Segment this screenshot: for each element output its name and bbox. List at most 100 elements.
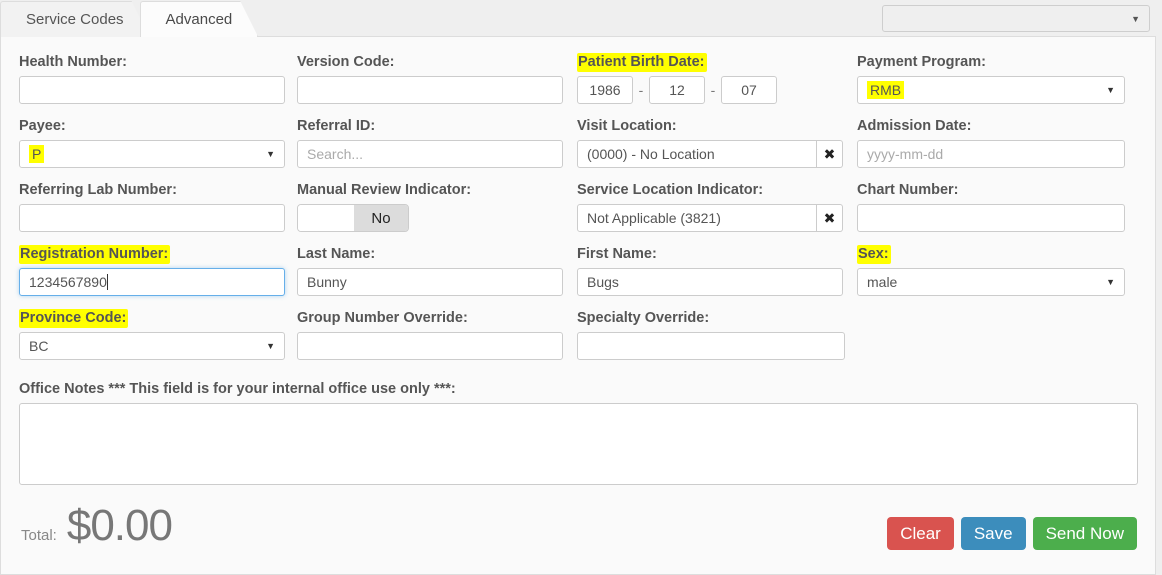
specialty-override-input[interactable] xyxy=(577,332,845,360)
form-grid: Health Number: Version Code: Patient Bir… xyxy=(1,37,1155,373)
field-health-number: Health Number: xyxy=(19,53,285,104)
tab-advanced-label: Advanced xyxy=(166,11,233,28)
specialty-override-label: Specialty Override: xyxy=(577,309,843,327)
toggle-knob xyxy=(298,205,354,231)
first-name-input[interactable] xyxy=(577,268,843,296)
last-name-input[interactable] xyxy=(297,268,563,296)
registration-number-input[interactable]: 1234567890 xyxy=(19,268,285,296)
admission-date-label: Admission Date: xyxy=(857,117,1125,135)
province-code-value: BC xyxy=(29,338,48,354)
field-specialty-override: Specialty Override: xyxy=(577,309,843,360)
service-location-indicator-group: ✖ xyxy=(577,204,843,232)
manual-review-indicator-toggle[interactable]: No xyxy=(297,204,409,232)
manual-review-indicator-label: Manual Review Indicator: xyxy=(297,181,563,199)
field-last-name: Last Name: xyxy=(297,245,563,296)
field-referral-id: Referral ID: xyxy=(297,117,563,168)
tab-advanced[interactable]: Advanced xyxy=(140,1,259,37)
payment-program-select[interactable]: RMB ▼ xyxy=(857,76,1125,104)
field-referring-lab-number: Referring Lab Number: xyxy=(19,181,285,232)
patient-birth-date-group: 1986 - 12 - 07 xyxy=(577,76,843,104)
form-row-2: Payee: P ▼ Referral ID: Visit Location: xyxy=(1,117,1155,181)
field-manual-review-indicator: Manual Review Indicator: No xyxy=(297,181,563,232)
referral-id-search-input[interactable] xyxy=(297,140,563,168)
payment-program-label: Payment Program: xyxy=(857,53,1125,71)
health-number-input[interactable] xyxy=(19,76,285,104)
field-version-code: Version Code: xyxy=(297,53,563,104)
field-first-name: First Name: xyxy=(577,245,843,296)
admission-date-input[interactable] xyxy=(857,140,1125,168)
last-name-label: Last Name: xyxy=(297,245,563,263)
total-display: Total: $0.00 xyxy=(21,501,172,551)
registration-number-value: 1234567890 xyxy=(29,274,107,290)
registration-number-label: Registration Number: xyxy=(19,245,285,263)
toggle-state-label: No xyxy=(354,205,408,231)
field-service-location-indicator: Service Location Indicator: ✖ xyxy=(577,181,843,232)
form-row-3: Referring Lab Number: Manual Review Indi… xyxy=(1,181,1155,245)
patient-birth-date-label: Patient Birth Date: xyxy=(577,53,843,71)
birth-day-input[interactable]: 07 xyxy=(721,76,777,104)
payee-value: P xyxy=(29,145,44,163)
save-button[interactable]: Save xyxy=(961,517,1026,550)
service-location-indicator-clear-icon[interactable]: ✖ xyxy=(817,204,843,232)
total-value: $0.00 xyxy=(67,501,172,551)
top-right-select[interactable]: ▼ xyxy=(882,5,1150,32)
field-group-number-override: Group Number Override: xyxy=(297,309,563,360)
field-payee: Payee: P ▼ xyxy=(19,117,285,168)
chevron-down-icon: ▼ xyxy=(1106,77,1115,103)
version-code-input[interactable] xyxy=(297,76,563,104)
field-admission-date: Admission Date: xyxy=(857,117,1125,168)
sex-label: Sex: xyxy=(857,245,1125,263)
tab-service-codes[interactable]: Service Codes xyxy=(0,1,150,37)
total-label: Total: xyxy=(21,527,57,544)
office-notes-label: Office Notes *** This field is for your … xyxy=(19,381,456,397)
field-province-code: Province Code: BC ▼ xyxy=(19,309,285,360)
province-code-select[interactable]: BC ▼ xyxy=(19,332,285,360)
advanced-form-panel: Health Number: Version Code: Patient Bir… xyxy=(0,36,1156,575)
referring-lab-number-label: Referring Lab Number: xyxy=(19,181,285,199)
field-chart-number: Chart Number: xyxy=(857,181,1125,232)
referring-lab-number-input[interactable] xyxy=(19,204,285,232)
chevron-down-icon: ▼ xyxy=(1106,269,1115,295)
form-row-1: Health Number: Version Code: Patient Bir… xyxy=(1,53,1155,117)
field-patient-birth-date: Patient Birth Date: 1986 - 12 - 07 xyxy=(577,53,843,104)
chevron-down-icon: ▼ xyxy=(266,333,275,359)
action-buttons: Clear Save Send Now xyxy=(887,517,1137,550)
first-name-label: First Name: xyxy=(577,245,843,263)
date-separator: - xyxy=(705,82,721,98)
visit-location-input[interactable] xyxy=(577,140,817,168)
sex-value: male xyxy=(867,274,897,290)
visit-location-label: Visit Location: xyxy=(577,117,843,135)
health-number-label: Health Number: xyxy=(19,53,285,71)
chevron-down-icon: ▼ xyxy=(1131,14,1140,24)
field-visit-location: Visit Location: ✖ xyxy=(577,117,843,168)
payee-select[interactable]: P ▼ xyxy=(19,140,285,168)
group-number-override-input[interactable] xyxy=(297,332,563,360)
clear-button[interactable]: Clear xyxy=(887,517,954,550)
send-now-button[interactable]: Send Now xyxy=(1033,517,1137,550)
field-sex: Sex: male ▼ xyxy=(857,245,1125,296)
sex-select[interactable]: male ▼ xyxy=(857,268,1125,296)
office-notes-textarea[interactable] xyxy=(19,403,1138,485)
province-code-label: Province Code: xyxy=(19,309,285,327)
birth-year-input[interactable]: 1986 xyxy=(577,76,633,104)
form-row-4: Registration Number: 1234567890 Last Nam… xyxy=(1,245,1155,309)
tab-service-codes-label: Service Codes xyxy=(26,11,124,28)
chart-number-label: Chart Number: xyxy=(857,181,1125,199)
payee-label: Payee: xyxy=(19,117,285,135)
date-separator: - xyxy=(633,82,649,98)
service-location-indicator-label: Service Location Indicator: xyxy=(577,181,843,199)
form-row-5: Province Code: BC ▼ Group Number Overrid… xyxy=(1,309,1155,373)
field-payment-program: Payment Program: RMB ▼ xyxy=(857,53,1125,104)
field-registration-number: Registration Number: 1234567890 xyxy=(19,245,285,296)
chart-number-input[interactable] xyxy=(857,204,1125,232)
birth-month-input[interactable]: 12 xyxy=(649,76,705,104)
referral-id-label: Referral ID: xyxy=(297,117,563,135)
version-code-label: Version Code: xyxy=(297,53,563,71)
group-number-override-label: Group Number Override: xyxy=(297,309,563,327)
visit-location-clear-icon[interactable]: ✖ xyxy=(817,140,843,168)
payment-program-value: RMB xyxy=(867,81,904,99)
visit-location-group: ✖ xyxy=(577,140,843,168)
chevron-down-icon: ▼ xyxy=(266,141,275,167)
service-location-indicator-input[interactable] xyxy=(577,204,817,232)
text-cursor xyxy=(107,274,108,290)
